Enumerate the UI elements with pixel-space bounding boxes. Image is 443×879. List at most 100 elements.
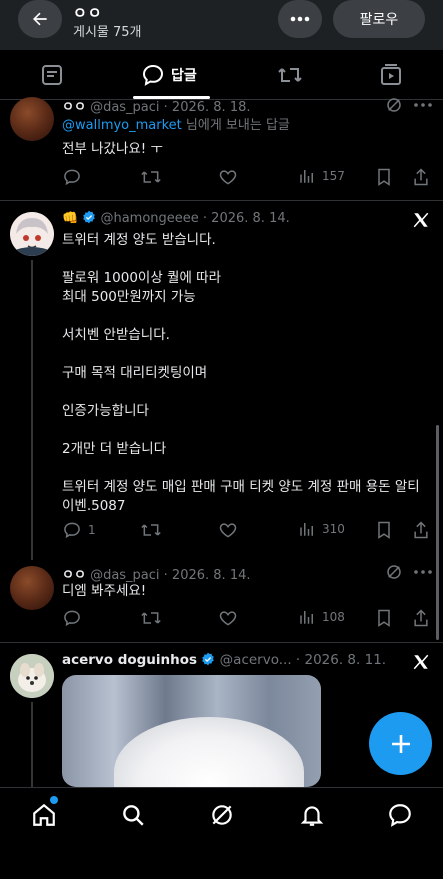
- share-icon: [414, 521, 428, 539]
- heart-icon: [219, 523, 237, 538]
- tab-retweets[interactable]: [277, 62, 303, 88]
- author-handle[interactable]: @acervo...: [220, 652, 292, 668]
- share-button[interactable]: [412, 167, 430, 187]
- heart-icon: [219, 170, 237, 185]
- x-logo-icon[interactable]: [412, 653, 430, 671]
- like-button[interactable]: [218, 608, 238, 628]
- post-date[interactable]: · 2026. 8. 14.: [164, 568, 251, 583]
- more-icon[interactable]: [414, 570, 432, 574]
- follow-button[interactable]: 팔로우: [333, 0, 425, 38]
- post-text-line: [62, 345, 427, 364]
- post-text-line: [62, 250, 427, 269]
- nav-search[interactable]: [118, 800, 148, 830]
- reply-icon: [64, 169, 80, 186]
- avatar[interactable]: [10, 97, 54, 141]
- more-icon[interactable]: [414, 103, 432, 107]
- profile-name: ㅇㅇ: [73, 4, 103, 22]
- reply-bubble-icon: [142, 64, 164, 86]
- x-logo-icon[interactable]: [412, 211, 430, 229]
- view-count: 310: [322, 522, 345, 536]
- post-date[interactable]: · 2026. 8. 11.: [296, 652, 386, 668]
- nav-messages[interactable]: [385, 800, 415, 830]
- tab-media[interactable]: [379, 62, 403, 88]
- reply-button[interactable]: [62, 608, 82, 628]
- like-button[interactable]: [218, 520, 238, 540]
- views-button[interactable]: 108: [298, 608, 345, 626]
- retweet-icon: [141, 612, 161, 624]
- reply-icon: [64, 522, 80, 539]
- avatar[interactable]: [10, 654, 54, 698]
- author-handle[interactable]: @das_paci: [90, 568, 159, 583]
- post-divider: [0, 200, 443, 201]
- video-icon: [381, 64, 401, 85]
- retweet-button[interactable]: [140, 520, 162, 540]
- reply-button[interactable]: [62, 167, 88, 187]
- thread-line: [31, 702, 33, 787]
- like-button[interactable]: [218, 167, 238, 187]
- thread-line: [31, 260, 33, 560]
- bookmark-button[interactable]: [375, 520, 393, 540]
- share-icon: [414, 168, 428, 186]
- share-button[interactable]: [412, 608, 430, 628]
- post-text-line: 인증가능합니다: [62, 403, 149, 419]
- bookmark-button[interactable]: [375, 167, 393, 187]
- nav-grok[interactable]: [207, 800, 237, 830]
- tab-posts[interactable]: [40, 62, 64, 88]
- post-count: 게시물 75개: [73, 25, 142, 40]
- post-text-line: 트위터 계정 양도 매입 판매 구매 티켓 양도 계정 판매 용돈 알티: [62, 479, 420, 495]
- grok-icon: [212, 805, 232, 825]
- author-name[interactable]: acervo doguinhos: [62, 652, 197, 668]
- views-button[interactable]: 157: [298, 167, 345, 185]
- post-date[interactable]: · 2026. 8. 14.: [203, 211, 290, 226]
- post-date[interactable]: · 2026. 8. 18.: [164, 100, 251, 115]
- retweet-button[interactable]: [140, 167, 162, 187]
- home-icon: [33, 803, 55, 826]
- more-button[interactable]: [278, 0, 322, 38]
- bookmark-icon: [378, 168, 390, 186]
- views-button[interactable]: 310: [298, 520, 345, 538]
- nav-home[interactable]: [29, 800, 59, 830]
- author-handle[interactable]: @das_paci: [90, 100, 159, 115]
- grok-icon[interactable]: [385, 563, 403, 581]
- back-button[interactable]: [18, 0, 62, 38]
- author-name[interactable]: 👊: [62, 211, 78, 226]
- nav-notifications[interactable]: [297, 800, 327, 830]
- bookmark-button[interactable]: [375, 608, 393, 628]
- search-icon: [123, 805, 144, 826]
- post-body: 트위터 계정 양도 받습니다. 팔로워 1000이상 퀄에 따라 최대 500만…: [62, 231, 427, 516]
- post-actions: 157: [62, 167, 432, 187]
- plus-icon: [391, 734, 410, 753]
- post-meta: ㅇㅇ @das_paci · 2026. 8. 18.: [62, 96, 251, 115]
- post-text-line: 트위터 계정 양도 받습니다.: [62, 232, 216, 248]
- reply-button[interactable]: 1: [62, 520, 96, 540]
- avatar[interactable]: [10, 566, 54, 610]
- post-text-line: 서치벤 안받습니다.: [62, 327, 170, 343]
- author-handle[interactable]: @hamongeeee: [100, 211, 198, 226]
- retweet-icon: [278, 68, 302, 82]
- post-text-line: [62, 307, 427, 326]
- author-name[interactable]: ㅇㅇ: [62, 568, 86, 583]
- verified-badge: [82, 210, 96, 224]
- scrollbar[interactable]: [436, 425, 439, 640]
- share-icon: [414, 609, 428, 627]
- post-actions: 108: [62, 608, 432, 628]
- tab-bar: 답글: [0, 50, 443, 99]
- post-media-image[interactable]: [62, 675, 321, 787]
- reply-mention[interactable]: @wallmyo_market: [62, 118, 182, 133]
- tab-replies[interactable]: 답글: [141, 62, 197, 88]
- compose-button[interactable]: [369, 712, 432, 775]
- retweet-button[interactable]: [140, 608, 162, 628]
- share-button[interactable]: [412, 520, 430, 540]
- post-text: 디엠 봐주세요!: [62, 583, 147, 599]
- fluffy-dog-photo: [114, 717, 304, 787]
- post-text-line: 구매 목적 대리티켓팅이며: [62, 365, 208, 381]
- views-icon: [300, 170, 313, 183]
- author-name[interactable]: ㅇㅇ: [62, 100, 86, 115]
- avatar[interactable]: [10, 212, 54, 256]
- reply-icon: [64, 610, 80, 627]
- post-text-line: [62, 421, 427, 440]
- bottom-navigation: [0, 787, 443, 879]
- grok-icon[interactable]: [385, 96, 403, 114]
- post-actions: 1 310: [62, 520, 432, 540]
- notification-dot: [50, 796, 58, 804]
